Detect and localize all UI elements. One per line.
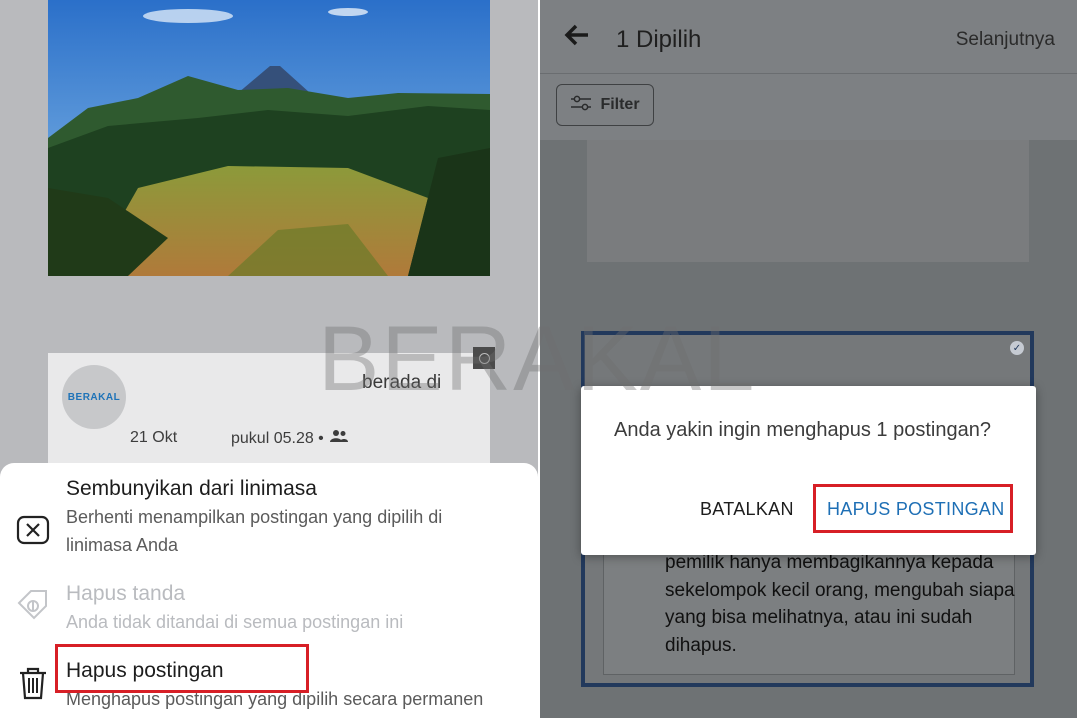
highlight-box	[55, 644, 309, 693]
menu-item-desc: Anda tidak ditandai di semua postingan i…	[66, 612, 404, 632]
menu-item-title: Sembunyikan dari linimasa	[66, 477, 317, 500]
top-bar: 1 Dipilih Selanjutnya	[540, 0, 1077, 74]
filter-bar: Filter	[540, 74, 1077, 140]
friends-icon	[329, 429, 348, 448]
post-time-label: pukul 05.28 •	[231, 429, 324, 447]
post-time: pukul 05.28 •	[231, 429, 348, 448]
check-icon: ✓	[1010, 341, 1024, 355]
unavailable-post-text: pemilik hanya membagikannya kepada sekel…	[665, 552, 1015, 656]
close-box-icon	[14, 511, 52, 549]
sliders-icon	[570, 95, 592, 116]
highlight-box	[813, 484, 1013, 533]
action-sheet: Sembunyikan dari linimasa Berhenti menam…	[0, 463, 538, 718]
post-date: 21 Okt	[130, 429, 178, 446]
menu-item-desc: Berhenti menampilkan postingan yang dipi…	[66, 507, 443, 555]
filter-button[interactable]: Filter	[556, 84, 654, 126]
trash-icon	[14, 664, 52, 702]
watermark: BERAKAL	[318, 308, 757, 410]
post-photo[interactable]	[48, 0, 490, 276]
dialog-message: Anda yakin ingin menghapus 1 postingan?	[614, 419, 991, 441]
menu-item-title: Hapus tanda	[66, 582, 186, 605]
back-arrow-icon[interactable]	[564, 24, 590, 51]
page-title: 1 Dipilih	[616, 26, 702, 53]
avatar: BERAKAL	[62, 365, 126, 429]
post-card[interactable]	[587, 140, 1029, 262]
cancel-button[interactable]: BATALKAN	[700, 499, 794, 520]
tag-icon	[14, 586, 52, 624]
filter-label: Filter	[600, 96, 640, 113]
next-button[interactable]: Selanjutnya	[956, 29, 1055, 51]
